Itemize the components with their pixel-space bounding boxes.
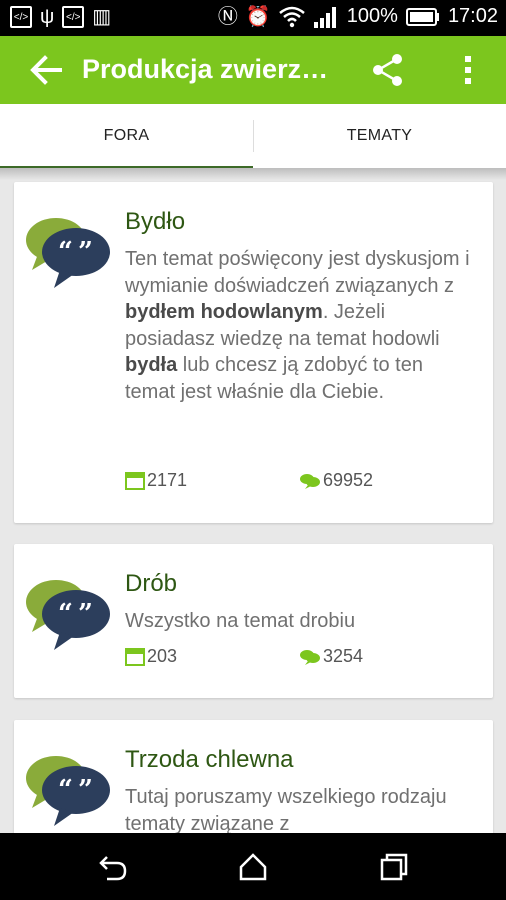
comments-icon	[300, 649, 320, 665]
forum-title: Drób	[125, 570, 178, 597]
forum-card[interactable]: “ ” Bydło Ten temat poświęcony jest dysk…	[14, 182, 493, 523]
forum-description: Ten temat poświęcony jest dyskusjom i wy…	[125, 248, 470, 403]
recent-apps-icon[interactable]	[378, 851, 410, 883]
forum-bubbles-icon: “ ”	[26, 580, 110, 650]
svg-text:“: “	[58, 599, 73, 629]
forum-title: Trzoda chlewna	[125, 746, 294, 773]
home-icon[interactable]	[237, 851, 269, 883]
more-options-icon[interactable]	[454, 52, 482, 88]
barcode-icon: ▥	[92, 6, 112, 28]
svg-text:”: ”	[78, 237, 93, 267]
topics-icon	[125, 471, 145, 490]
app-bar: Produkcja zwierzę…	[0, 36, 506, 104]
svg-text:“: “	[58, 237, 73, 267]
nfc-icon: Ⓝ	[217, 5, 238, 28]
status-bar: </> ψ </> ▥ Ⓝ ⏰ 100% 17:02	[0, 0, 506, 36]
forum-card[interactable]: “ ” Trzoda chlewna Tutaj poruszamy wszel…	[14, 720, 493, 833]
code-icon: </>	[62, 6, 85, 28]
forum-bubbles-icon: “ ”	[26, 218, 110, 288]
wifi-icon	[278, 6, 305, 27]
usb-icon: ψ	[40, 6, 55, 28]
forum-list: “ ” Bydło Ten temat poświęcony jest dysk…	[0, 180, 506, 833]
signal-icon	[313, 6, 336, 28]
tab-bar: FORA TEMATY	[0, 104, 506, 172]
topics-icon	[125, 647, 145, 666]
forum-description: Tutaj poruszamy wszelkiego rodzaju temat…	[125, 786, 447, 833]
svg-text:”: ”	[78, 599, 93, 629]
tab-tematy[interactable]: TEMATY	[253, 104, 506, 168]
forum-card[interactable]: “ ” Drób Wszystko na temat drobiu 203 32…	[14, 544, 493, 698]
topics-count: 203	[125, 646, 177, 667]
alarm-icon: ⏰	[245, 5, 271, 28]
svg-text:“: “	[58, 775, 73, 805]
page-title: Produkcja zwierzę…	[82, 54, 342, 84]
forum-description: Wszystko na temat drobiu	[125, 610, 356, 632]
forum-title: Bydło	[125, 208, 186, 235]
forum-bubbles-icon: “ ”	[26, 756, 110, 826]
comments-icon	[300, 473, 320, 489]
tab-fora[interactable]: FORA	[0, 104, 253, 168]
battery-icon	[405, 7, 439, 26]
clock: 17:02	[447, 5, 498, 27]
posts-count: 3254	[299, 646, 363, 667]
code-icon: </>	[10, 6, 32, 28]
back-icon[interactable]	[97, 851, 129, 883]
tabs-shadow	[0, 168, 506, 180]
back-arrow-icon[interactable]	[28, 52, 64, 88]
share-icon[interactable]	[370, 52, 406, 88]
battery-percent: 100%	[346, 5, 398, 27]
svg-text:”: ”	[78, 775, 93, 805]
system-nav-bar	[0, 833, 506, 900]
posts-count: 69952	[299, 470, 373, 491]
topics-count: 2171	[125, 470, 187, 491]
